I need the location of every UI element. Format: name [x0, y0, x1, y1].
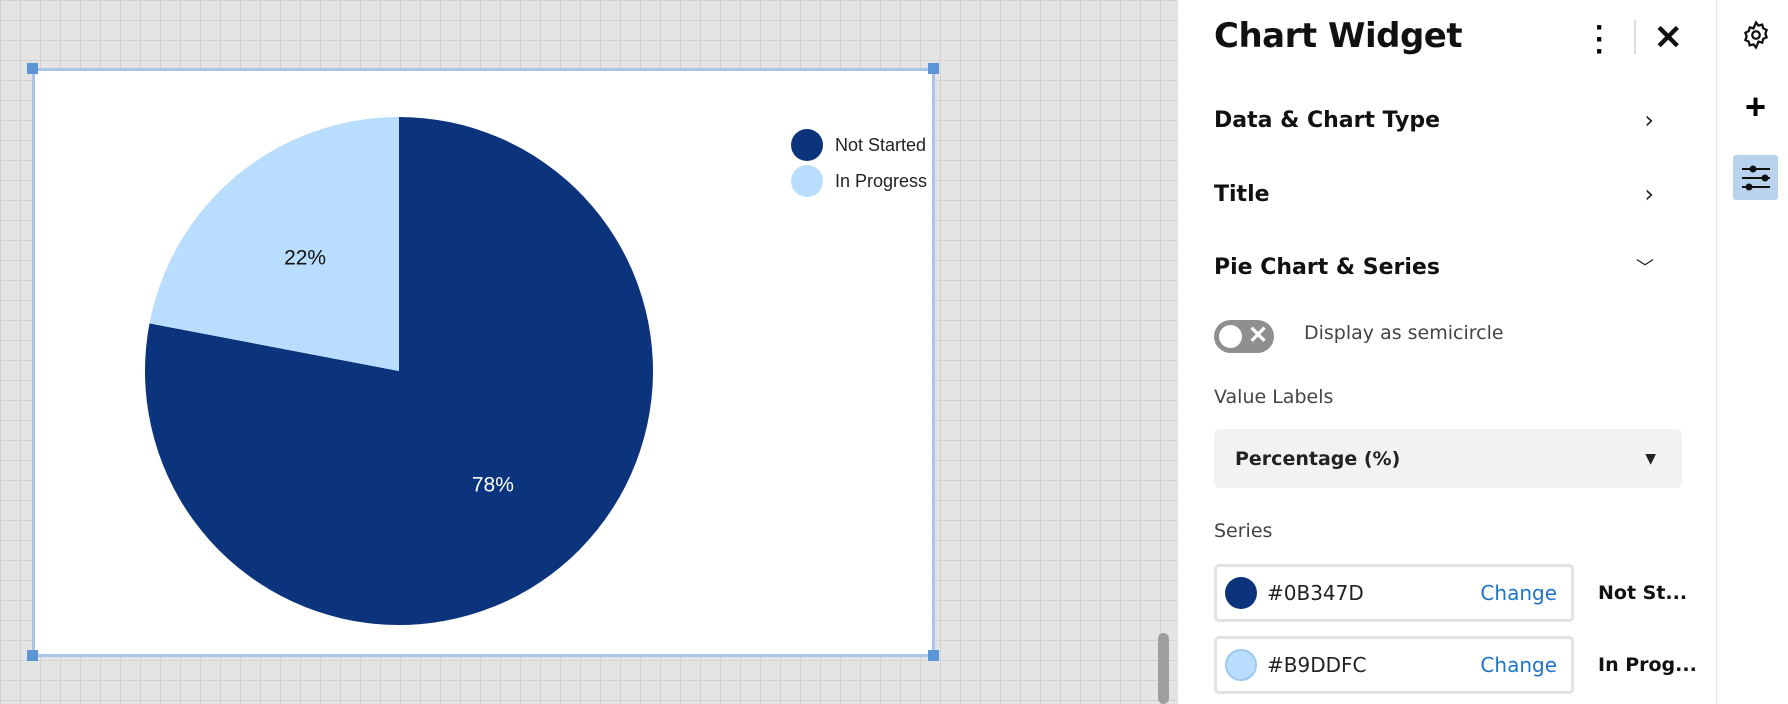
settings-panel: Chart Widget · · · ✕ Data & Chart Type › Ti… — [1177, 0, 1716, 704]
data-label: 78% — [472, 474, 514, 497]
semicircle-label: Display as semicircle — [1304, 322, 1504, 344]
legend-swatch — [791, 165, 823, 197]
series-name: In Prog... — [1598, 654, 1697, 676]
legend-label: Not Started — [835, 134, 927, 155]
canvas[interactable]: 78% 22% Not Started In Progress — [0, 0, 1177, 704]
chart-widget[interactable]: 78% 22% Not Started In Progress — [32, 68, 935, 657]
right-toolbar: + — [1716, 0, 1788, 704]
resize-handle[interactable] — [27, 650, 38, 661]
section-label: Pie Chart & Series — [1214, 254, 1440, 280]
chevron-down-icon: ﹀ — [1636, 258, 1654, 279]
resize-handle[interactable] — [928, 63, 939, 74]
resize-handle[interactable] — [27, 63, 38, 74]
legend-swatch — [791, 129, 823, 161]
color-swatch[interactable] — [1225, 577, 1257, 609]
panel-title: Chart Widget — [1214, 16, 1463, 56]
legend-item: In Progress — [791, 163, 927, 199]
series-name: Not St... — [1598, 582, 1688, 604]
toggle-knob — [1219, 325, 1242, 348]
data-label: 22% — [284, 246, 326, 269]
change-color-button[interactable]: Change — [1480, 653, 1557, 677]
section-pie-chart-series[interactable]: Pie Chart & Series ﹀ — [1214, 254, 1654, 280]
scrollbar[interactable] — [1158, 633, 1169, 704]
more-options-icon[interactable]: · · · — [1590, 13, 1610, 67]
legend: Not Started In Progress — [791, 127, 927, 199]
semicircle-toggle[interactable]: ✕ — [1214, 320, 1274, 353]
legend-label: In Progress — [835, 170, 928, 191]
caret-down-icon: ▼ — [1645, 450, 1656, 467]
color-hex: #0B347D — [1267, 581, 1364, 605]
series-color-row: #0B347D Change — [1214, 564, 1574, 622]
sliders-icon[interactable] — [1733, 155, 1778, 200]
section-data-chart-type[interactable]: Data & Chart Type › — [1214, 106, 1654, 134]
series-color-row: #B9DDFC Change — [1214, 636, 1574, 694]
select-value: Percentage (%) — [1235, 447, 1401, 470]
gear-icon[interactable] — [1733, 12, 1778, 57]
close-icon[interactable]: ✕ — [1654, 18, 1683, 58]
color-swatch[interactable] — [1225, 649, 1257, 681]
section-label: Title — [1214, 181, 1270, 207]
change-color-button[interactable]: Change — [1480, 581, 1557, 605]
color-hex: #B9DDFC — [1267, 653, 1367, 677]
section-title[interactable]: Title › — [1214, 180, 1654, 208]
chevron-right-icon: › — [1644, 106, 1654, 134]
series-label: Series — [1214, 520, 1273, 542]
chevron-right-icon: › — [1644, 180, 1654, 208]
section-label: Data & Chart Type — [1214, 107, 1441, 133]
resize-handle[interactable] — [928, 650, 939, 661]
toggle-off-icon: ✕ — [1248, 322, 1269, 349]
legend-item: Not Started — [791, 127, 927, 163]
value-labels-select[interactable]: Percentage (%) ▼ — [1214, 429, 1682, 488]
divider — [1634, 20, 1636, 54]
plus-icon[interactable]: + — [1733, 84, 1778, 129]
value-labels-label: Value Labels — [1214, 386, 1334, 408]
